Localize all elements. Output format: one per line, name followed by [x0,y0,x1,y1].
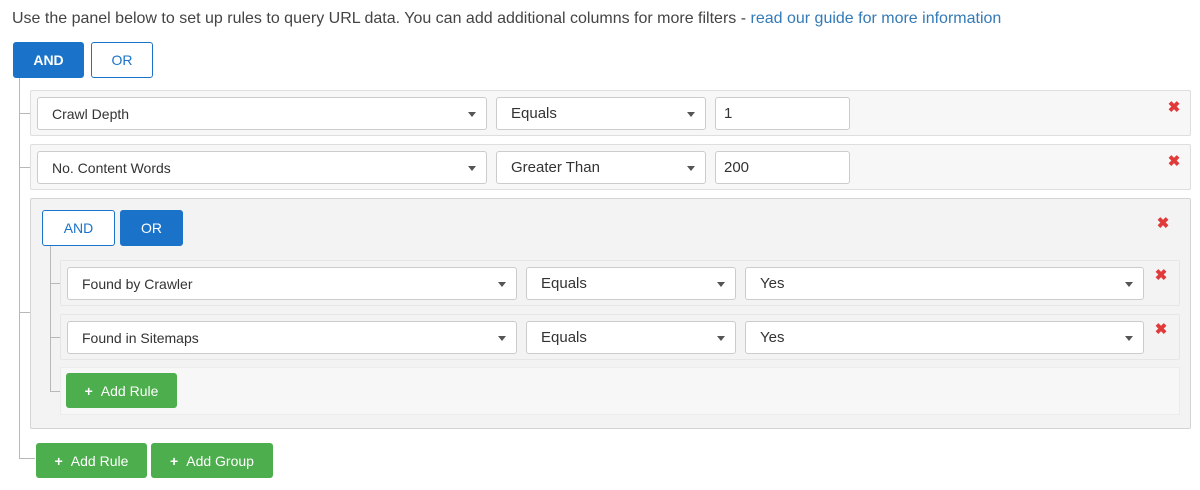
chevron-down-icon [498,282,506,287]
chevron-down-icon [717,336,725,341]
operator-select[interactable]: Equals [526,267,736,300]
value-input[interactable]: 1 [715,97,850,130]
field-select-value: Crawl Depth [52,105,130,122]
field-select[interactable]: Found by Crawler [67,267,517,300]
group-actions-row [60,367,1180,415]
rule-row: Found by Crawler Equals Yes ✖ [60,260,1180,306]
field-select[interactable]: Crawl Depth [37,97,487,130]
intro-description: Use the panel below to set up rules to q… [12,10,751,27]
value-select[interactable]: Yes [745,267,1144,300]
value-input[interactable]: 200 [715,151,850,184]
close-icon[interactable]: ✖ [1154,322,1168,337]
add-group-label: Add Group [186,452,254,469]
root-or-toggle[interactable]: OR [91,42,153,78]
rule-group: AND OR ✖ Found by Crawler Equals Yes ✖ F… [30,198,1191,429]
rule-row: No. Content Words Greater Than 200 ✖ [30,144,1191,190]
field-select-value: Found in Sitemaps [82,329,199,346]
group-and-toggle[interactable]: AND [42,210,115,246]
root-tree-line [19,78,20,458]
add-rule-button[interactable]: + Add Rule [36,443,147,478]
intro-text: Use the panel below to set up rules to q… [12,10,1001,28]
operator-select[interactable]: Equals [526,321,736,354]
operator-select-value: Greater Than [511,159,600,176]
close-icon[interactable]: ✖ [1156,216,1170,231]
group-add-rule-label: Add Rule [100,382,159,399]
chevron-down-icon [1125,282,1133,287]
operator-select-value: Equals [511,105,557,122]
field-select[interactable]: Found in Sitemaps [67,321,517,354]
group-or-toggle[interactable]: OR [120,210,183,246]
chevron-down-icon [468,112,476,117]
operator-select[interactable]: Equals [496,97,706,130]
chevron-down-icon [687,166,695,171]
add-rule-label: Add Rule [70,452,129,469]
operator-select-value: Equals [541,275,587,292]
plus-icon: + [84,382,93,399]
rule-row: Found in Sitemaps Equals Yes ✖ [60,314,1180,360]
close-icon[interactable]: ✖ [1154,268,1168,283]
guide-link[interactable]: read our guide for more information [751,10,1002,27]
field-select-value: No. Content Words [52,159,171,176]
value-select[interactable]: Yes [745,321,1144,354]
root-and-toggle[interactable]: AND [13,42,84,78]
operator-select-value: Equals [541,329,587,346]
chevron-down-icon [468,166,476,171]
plus-icon: + [54,452,63,469]
plus-icon: + [170,452,179,469]
close-icon[interactable]: ✖ [1167,100,1181,115]
chevron-down-icon [717,282,725,287]
group-add-rule-button[interactable]: + Add Rule [66,373,177,408]
chevron-down-icon [498,336,506,341]
root-branch-line [19,458,35,459]
chevron-down-icon [1125,336,1133,341]
value-select-value: Yes [760,329,785,346]
operator-select[interactable]: Greater Than [496,151,706,184]
chevron-down-icon [687,112,695,117]
group-tree-line [50,246,51,392]
rule-row: Crawl Depth Equals 1 ✖ [30,90,1191,136]
field-select[interactable]: No. Content Words [37,151,487,184]
value-select-value: Yes [760,275,785,292]
field-select-value: Found by Crawler [82,275,193,292]
close-icon[interactable]: ✖ [1167,154,1181,169]
add-group-button[interactable]: + Add Group [151,443,273,478]
